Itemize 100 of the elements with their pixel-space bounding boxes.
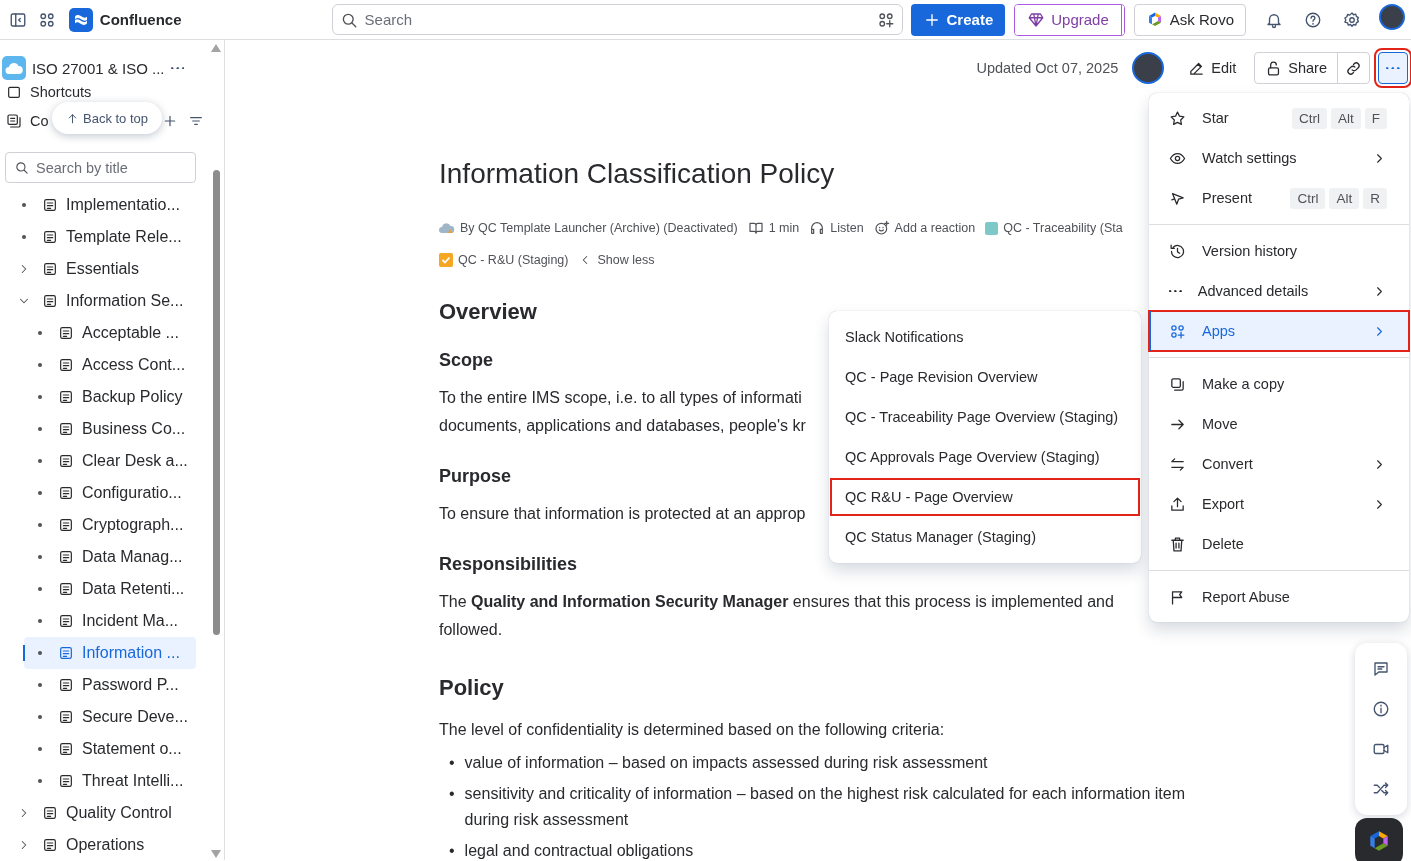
create-button[interactable]: Create [910,3,1006,36]
tree-item[interactable]: Threat Intelli... [24,765,196,797]
help-icon [1304,10,1322,29]
meta-link[interactable]: By QC Template Launcher (Archive) (Deactivated) [460,221,738,235]
page-icon [42,837,58,853]
meta-link[interactable]: QC - Traceability (Sta [1003,221,1123,235]
meta-link[interactable]: QC - R&U (Staging) [458,253,569,267]
ask-rovo-button[interactable]: Ask Rovo [1133,3,1246,36]
paragraph: To the entire IMS scope, i.e. to all types of informati documents, applications and databases, people's kr [439,388,806,436]
search-field[interactable]: Search [331,4,903,35]
search-icon [14,160,29,175]
cloud-icon [439,222,455,234]
bullet-icon [22,203,26,207]
tree-item[interactable]: Incident Ma... [24,605,196,637]
tree-item[interactable]: Statement o... [24,733,196,765]
tree-item[interactable]: Quality Control [8,797,196,829]
edit-button[interactable]: Edit [1178,52,1247,84]
content-label[interactable]: Co [30,113,49,129]
menu-item[interactable]: QC - Traceability Page Overview (Staging) [829,397,1141,437]
bullet-icon [38,523,42,527]
menu-item[interactable]: QC Status Manager (Staging) [829,517,1141,557]
tree-item[interactable]: Template Rele... [8,221,196,253]
menu-item[interactable]: Export [1149,484,1409,524]
content-icon [6,113,22,129]
page-icon [58,709,74,725]
updated-date: Updated Oct 07, 2025 [976,60,1119,76]
section-heading: Overview [439,298,538,326]
tree-item[interactable]: Essentials [8,253,196,285]
tree-item[interactable]: Information Se... [8,285,196,317]
user-avatar[interactable] [1379,3,1405,30]
list-item: legal and contractual obligations [464,841,694,861]
tree-item[interactable]: Acceptable ... [24,317,196,349]
menu-item[interactable]: Advanced details [1149,271,1409,311]
menu-item[interactable]: Slack Notifications [829,317,1141,357]
search-field[interactable]: Search by title [5,152,196,183]
tree-item[interactable]: Business Co... [24,413,196,445]
tree-item[interactable]: Data Manag... [24,541,196,573]
meta-link[interactable]: 1 min [768,221,800,235]
page-icon [42,805,58,821]
bullet-icon [38,363,42,367]
page-icon [58,421,74,437]
shortcuts-item[interactable]: Shortcuts [0,86,210,100]
more-icon [1169,289,1182,293]
menu-item[interactable]: Move [1149,404,1409,444]
tree-item[interactable]: Password P... [24,669,196,701]
menu-item[interactable]: QC Approvals Page Overview (Staging) [829,437,1141,477]
tree-item[interactable]: Backup Policy [24,381,196,413]
meta-link[interactable]: Show less [597,253,655,267]
tree-item[interactable]: Implementatio... [8,189,196,221]
menu-item[interactable]: Watch settings [1149,138,1409,178]
meta-link[interactable]: Add a reaction [894,221,976,235]
copy-icon [1169,375,1186,393]
bullet-icon [38,555,42,559]
apps-icon[interactable] [876,11,895,29]
page-icon [58,613,74,629]
menu-item[interactable]: QC - Page Revision Overview [829,357,1141,397]
menu-item[interactable]: QC R&U - Page Overview [829,477,1141,517]
link-icon [1345,59,1362,77]
back-to-top-button[interactable]: Back to top [52,102,163,134]
apps-icon [1169,322,1186,340]
tree-item[interactable]: Cryptograph... [24,509,196,541]
export-icon [1169,495,1186,513]
subsection-heading: Purpose [439,465,513,488]
tree-item[interactable]: Information ... [24,637,196,669]
menu-item[interactable]: Apps [1149,311,1409,351]
menu-item[interactable]: Convert [1149,444,1409,484]
shortcut-key: Ctrl [1290,187,1326,209]
page-icon [58,741,74,757]
page-icon [58,581,74,597]
tree-item[interactable]: Data Retenti... [24,573,196,605]
menu-item[interactable]: Star Ctrl Alt F [1149,98,1409,138]
shortcut-key: F [1364,107,1387,129]
space-name[interactable]: ISO 27001 & ISO ... [31,59,165,77]
confluence-logo-icon[interactable] [68,7,93,32]
shortcut-key: R [1363,187,1387,209]
rovo-button[interactable] [1355,818,1403,861]
plus-icon[interactable] [162,113,178,129]
meta-link[interactable]: Listen [830,221,864,235]
tree-item[interactable]: Access Cont... [24,349,196,381]
more-icon[interactable] [170,66,184,70]
author-avatar[interactable] [1132,52,1165,84]
menu-item[interactable]: Present Ctrl Alt R [1149,178,1409,218]
history-icon [1169,242,1186,260]
tree-item[interactable]: Operations [8,829,196,860]
bullet-icon [38,715,42,719]
settings-icon [1343,10,1361,29]
menu-item[interactable]: Make a copy [1149,364,1409,404]
tree-item[interactable]: Secure Deve... [24,701,196,733]
product-name[interactable]: Confluence [99,11,182,28]
bullet-icon [38,779,42,783]
menu-item[interactable]: Delete [1149,524,1409,564]
tree-item[interactable]: Clear Desk a... [24,445,196,477]
menu-item[interactable]: Version history [1149,231,1409,271]
star-icon [1169,109,1186,127]
tree-item[interactable]: Configuratio... [24,477,196,509]
bullet-marker: • [449,841,455,861]
bullet-marker: • [449,753,455,773]
shortcut-key: Ctrl [1292,107,1327,129]
menu-item[interactable]: Report Abuse [1149,577,1409,617]
bullet-icon [38,747,42,751]
